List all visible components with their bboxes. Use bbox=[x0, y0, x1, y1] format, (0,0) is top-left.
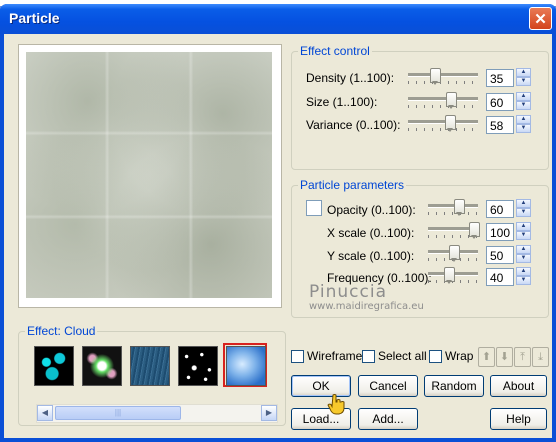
spin-down-icon[interactable]: ▼ bbox=[516, 231, 531, 240]
spin-up-icon[interactable]: ▲ bbox=[516, 68, 531, 77]
variance-label: Variance (0..100): bbox=[306, 118, 401, 132]
x-scale-slider[interactable] bbox=[428, 222, 480, 240]
size-input[interactable]: 60 bbox=[486, 93, 514, 111]
x-scale-label: X scale (0..100): bbox=[327, 226, 415, 240]
effect-legend: Effect: Cloud bbox=[27, 324, 96, 338]
wrap-label: Wrap bbox=[445, 349, 474, 363]
hand-cursor-icon bbox=[327, 394, 345, 415]
density-slider-thumb[interactable] bbox=[430, 68, 441, 85]
cancel-button[interactable]: Cancel bbox=[358, 375, 418, 397]
scrollbar-thumb[interactable]: ||| bbox=[55, 406, 181, 420]
move-down-icon[interactable]: ⬇ bbox=[496, 347, 513, 367]
select-all-checkbox[interactable] bbox=[362, 350, 375, 363]
move-bottom-icon[interactable]: ⤓ bbox=[532, 347, 549, 367]
frequency-slider[interactable] bbox=[428, 267, 478, 285]
effect-thumb-stars[interactable] bbox=[178, 346, 218, 386]
density-input[interactable]: 35 bbox=[486, 69, 514, 87]
watermark-url: www.maidiregrafica.eu bbox=[309, 301, 424, 312]
effect-thumb-rain[interactable] bbox=[130, 346, 170, 386]
spin-up-icon[interactable]: ▲ bbox=[516, 245, 531, 254]
size-label: Size (1..100): bbox=[306, 95, 378, 109]
y-scale-slider-thumb[interactable] bbox=[449, 245, 460, 262]
effect-control-legend: Effect control bbox=[300, 44, 370, 58]
move-top-icon[interactable]: ⤒ bbox=[514, 347, 531, 367]
spin-down-icon[interactable]: ▼ bbox=[516, 276, 531, 285]
spin-down-icon[interactable]: ▼ bbox=[516, 254, 531, 263]
size-slider[interactable] bbox=[408, 92, 478, 110]
opacity-label: Opacity (0..100): bbox=[327, 203, 416, 217]
scroll-left-icon[interactable]: ◀ bbox=[37, 405, 53, 421]
spin-up-icon[interactable]: ▲ bbox=[516, 267, 531, 276]
effects-scrollbar[interactable]: ◀ ||| ▶ bbox=[36, 404, 278, 423]
frequency-input[interactable]: 40 bbox=[486, 268, 514, 286]
help-button[interactable]: Help bbox=[490, 408, 547, 430]
about-button[interactable]: About bbox=[490, 375, 547, 397]
add-button[interactable]: Add... bbox=[358, 408, 418, 430]
spin-up-icon[interactable]: ▲ bbox=[516, 222, 531, 231]
spin-down-icon[interactable]: ▼ bbox=[516, 124, 531, 133]
y-scale-label: Y scale (0..100): bbox=[327, 249, 415, 263]
particle-dialog: Particle ✕ Effect control Density (1..10… bbox=[0, 4, 556, 442]
variance-slider[interactable] bbox=[408, 115, 478, 133]
scroll-right-icon[interactable]: ▶ bbox=[261, 405, 277, 421]
density-spinner[interactable]: ▲ ▼ bbox=[516, 68, 531, 88]
select-all-label: Select all bbox=[378, 349, 427, 363]
close-button[interactable]: ✕ bbox=[529, 7, 552, 30]
spin-down-icon[interactable]: ▼ bbox=[516, 101, 531, 110]
title-bar[interactable]: Particle ✕ bbox=[0, 4, 556, 34]
wrap-checkbox[interactable] bbox=[429, 350, 442, 363]
preview-overlay bbox=[26, 52, 272, 298]
opacity-spinner[interactable]: ▲ ▼ bbox=[516, 199, 531, 219]
variance-slider-thumb[interactable] bbox=[445, 115, 456, 132]
dialog-body: Effect control Density (1..100): 35 ▲ ▼ S… bbox=[4, 34, 552, 438]
effect-thumb-bubbles[interactable] bbox=[34, 346, 74, 386]
spin-down-icon[interactable]: ▼ bbox=[516, 77, 531, 86]
y-scale-spinner[interactable]: ▲ ▼ bbox=[516, 245, 531, 265]
spin-up-icon[interactable]: ▲ bbox=[516, 92, 531, 101]
move-up-icon[interactable]: ⬆ bbox=[478, 347, 495, 367]
close-icon: ✕ bbox=[534, 10, 547, 28]
spin-down-icon[interactable]: ▼ bbox=[516, 208, 531, 217]
x-scale-input[interactable]: 100 bbox=[486, 223, 514, 241]
density-slider[interactable] bbox=[408, 68, 478, 86]
variance-input[interactable]: 58 bbox=[486, 116, 514, 134]
effect-thumb-glow[interactable] bbox=[82, 346, 122, 386]
window-title: Particle bbox=[9, 10, 60, 26]
opacity-slider[interactable] bbox=[428, 199, 478, 217]
wireframe-checkbox[interactable] bbox=[291, 350, 304, 363]
variance-spinner[interactable]: ▲ ▼ bbox=[516, 115, 531, 135]
watermark: Pinuccia www.maidiregrafica.eu bbox=[309, 282, 424, 312]
y-scale-slider[interactable] bbox=[428, 245, 478, 263]
frequency-slider-thumb[interactable] bbox=[444, 267, 455, 284]
particle-parameters-legend: Particle parameters bbox=[300, 178, 405, 192]
x-scale-slider-thumb[interactable] bbox=[469, 222, 480, 239]
opacity-slider-thumb[interactable] bbox=[454, 199, 465, 216]
frequency-spinner[interactable]: ▲ ▼ bbox=[516, 267, 531, 287]
random-button[interactable]: Random bbox=[424, 375, 484, 397]
watermark-name: Pinuccia bbox=[309, 282, 387, 302]
color-swatch[interactable] bbox=[306, 200, 322, 216]
wireframe-label: Wireframe bbox=[307, 349, 363, 363]
x-scale-spinner[interactable]: ▲ ▼ bbox=[516, 222, 531, 242]
y-scale-input[interactable]: 50 bbox=[486, 246, 514, 264]
effect-thumb-cloud[interactable] bbox=[226, 346, 266, 386]
opacity-input[interactable]: 60 bbox=[486, 200, 514, 218]
size-slider-thumb[interactable] bbox=[446, 92, 457, 109]
size-spinner[interactable]: ▲ ▼ bbox=[516, 92, 531, 112]
spin-up-icon[interactable]: ▲ bbox=[516, 199, 531, 208]
spin-up-icon[interactable]: ▲ bbox=[516, 115, 531, 124]
density-label: Density (1..100): bbox=[306, 71, 395, 85]
